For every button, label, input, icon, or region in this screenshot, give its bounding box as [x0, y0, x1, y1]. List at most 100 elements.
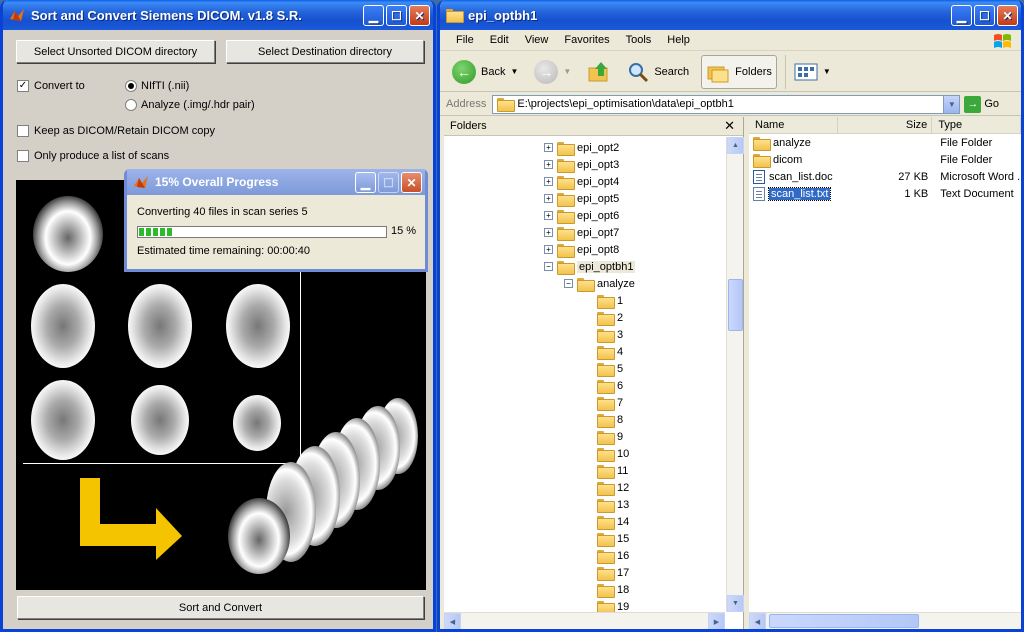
folder-tree-hscrollbar[interactable]: ◀ ▶ [444, 612, 725, 629]
menu-item-edit[interactable]: Edit [482, 34, 517, 46]
expand-icon[interactable]: + [544, 160, 553, 169]
scroll-right-button[interactable]: ▶ [708, 613, 725, 629]
scroll-thumb[interactable] [769, 614, 919, 628]
maximize-button[interactable]: ☐ [974, 5, 995, 26]
tree-item[interactable]: 6 [584, 377, 623, 394]
collapse-icon[interactable]: − [544, 262, 553, 271]
back-button[interactable]: ← Back ▼ [448, 55, 522, 89]
close-button[interactable]: ✕ [409, 5, 430, 26]
search-button[interactable]: Search [623, 55, 693, 89]
file-row[interactable]: dicom File Folder [749, 151, 1021, 168]
up-folder-button[interactable] [583, 55, 615, 89]
tree-item[interactable]: 7 [584, 394, 623, 411]
folder-tree-scrollbar[interactable]: ▲ ▼ [726, 137, 744, 612]
tree-item[interactable]: + epi_opt4 [544, 173, 619, 190]
minimize-button[interactable]: ▁ [951, 5, 972, 26]
tree-item[interactable]: 5 [584, 360, 623, 377]
views-button[interactable]: ▼ [784, 54, 835, 89]
tree-item[interactable]: 17 [584, 564, 629, 581]
tree-item[interactable]: + epi_opt3 [544, 156, 619, 173]
tree-item[interactable]: − epi_optbh1 [544, 258, 636, 275]
tree-item[interactable]: 11 [584, 462, 628, 479]
tree-item[interactable]: + epi_opt5 [544, 190, 619, 207]
address-input[interactable]: E:\projects\epi_optimisation\data\epi_op… [492, 94, 961, 114]
close-icon: ✕ [414, 8, 425, 23]
folders-button[interactable]: Folders [701, 54, 777, 89]
tree-item[interactable]: 1 [584, 292, 623, 309]
progress-dialog: 15% Overall Progress ▁ ☐ ✕ Converting 40… [124, 169, 428, 272]
expand-icon[interactable]: + [544, 194, 553, 203]
minimize-icon: ▁ [360, 175, 371, 190]
radio-dot[interactable] [125, 80, 137, 92]
tree-item[interactable]: 2 [584, 309, 623, 326]
checkbox-box[interactable]: ✓ [17, 80, 29, 92]
select-unsorted-button[interactable]: Select Unsorted DICOM directory [16, 40, 215, 63]
brain-slice [228, 498, 290, 574]
tree-item[interactable]: 13 [584, 496, 629, 513]
file-row[interactable]: scan_list.doc 27 KB Microsoft Word ... [749, 168, 1021, 185]
tree-item[interactable]: 14 [584, 513, 629, 530]
tree-item[interactable]: + epi_opt8 [544, 241, 619, 258]
scroll-thumb[interactable] [728, 279, 743, 331]
expand-icon[interactable]: + [544, 228, 553, 237]
tree-item[interactable]: 16 [584, 547, 629, 564]
tree-item[interactable]: 10 [584, 445, 629, 462]
tree-item[interactable]: 8 [584, 411, 623, 428]
only-list-checkbox[interactable]: Only produce a list of scans [17, 150, 169, 162]
tree-item[interactable]: 15 [584, 530, 629, 547]
file-name: analyze [773, 136, 811, 149]
progress-title-bar[interactable]: 15% Overall Progress ▁ ☐ ✕ [127, 169, 425, 195]
radio-nifti[interactable]: NIfTI (.nii) [125, 80, 189, 92]
tree-item[interactable]: + epi_opt2 [544, 139, 619, 156]
scroll-up-button[interactable]: ▲ [727, 137, 744, 154]
tree-item[interactable]: + epi_opt7 [544, 224, 619, 241]
radio-analyze[interactable]: Analyze (.img/.hdr pair) [125, 99, 255, 111]
minimize-button[interactable]: ▁ [363, 5, 384, 26]
tree-item[interactable]: 4 [584, 343, 623, 360]
tree-item[interactable]: 9 [584, 428, 623, 445]
converter-title-bar[interactable]: Sort and Convert Siemens DICOM. v1.8 S.R… [3, 0, 433, 30]
collapse-icon[interactable]: − [564, 279, 573, 288]
expand-icon[interactable]: + [544, 177, 553, 186]
menu-item-tools[interactable]: Tools [618, 34, 660, 46]
checkbox-box[interactable] [17, 150, 29, 162]
tree-item[interactable]: 18 [584, 581, 629, 598]
file-list-hscrollbar[interactable]: ◀ [749, 612, 1021, 629]
tree-item[interactable]: 12 [584, 479, 629, 496]
expand-icon[interactable]: + [544, 143, 553, 152]
column-header-size[interactable]: Size [838, 117, 933, 133]
checkbox-box[interactable] [17, 125, 29, 137]
file-row[interactable]: analyze File Folder [749, 134, 1021, 151]
tree-item[interactable]: + epi_opt6 [544, 207, 619, 224]
file-row[interactable]: scan_list.txt 1 KB Text Document [749, 185, 1021, 202]
keep-dicom-checkbox[interactable]: Keep as DICOM/Retain DICOM copy [17, 125, 215, 137]
scroll-left-button[interactable]: ◀ [444, 613, 461, 629]
go-button[interactable]: → Go [964, 95, 999, 113]
tree-item[interactable]: 3 [584, 326, 623, 343]
scroll-down-button[interactable]: ▼ [727, 595, 744, 612]
column-header-type[interactable]: Type [932, 117, 1021, 133]
tree-item-label: epi_optbh1 [577, 260, 636, 273]
menu-item-favorites[interactable]: Favorites [556, 34, 617, 46]
explorer-title-bar[interactable]: epi_optbh1 ▁ ☐ ✕ [440, 0, 1021, 30]
sort-convert-button[interactable]: Sort and Convert [17, 596, 424, 619]
expand-icon[interactable]: + [544, 211, 553, 220]
menu-item-view[interactable]: View [517, 34, 557, 46]
tree-item[interactable]: − analyze [564, 275, 635, 292]
scroll-left-button[interactable]: ◀ [749, 613, 766, 629]
radio-dot[interactable] [125, 99, 137, 111]
address-dropdown-button[interactable]: ▼ [943, 95, 960, 113]
menu-item-help[interactable]: Help [659, 34, 698, 46]
expand-icon[interactable]: + [544, 245, 553, 254]
minimize-button[interactable]: ▁ [355, 172, 376, 193]
column-header-name[interactable]: Name [749, 117, 838, 133]
close-icon[interactable]: ✕ [724, 118, 735, 134]
select-destination-button[interactable]: Select Destination directory [226, 40, 424, 63]
menu-item-file[interactable]: File [448, 34, 482, 46]
forward-button[interactable]: → ▼ [530, 55, 575, 89]
tree-item[interactable]: 19 [584, 598, 629, 612]
close-button[interactable]: ✕ [401, 172, 422, 193]
maximize-button[interactable]: ☐ [386, 5, 407, 26]
close-button[interactable]: ✕ [997, 5, 1018, 26]
convert-to-checkbox[interactable]: ✓ Convert to [17, 80, 85, 92]
